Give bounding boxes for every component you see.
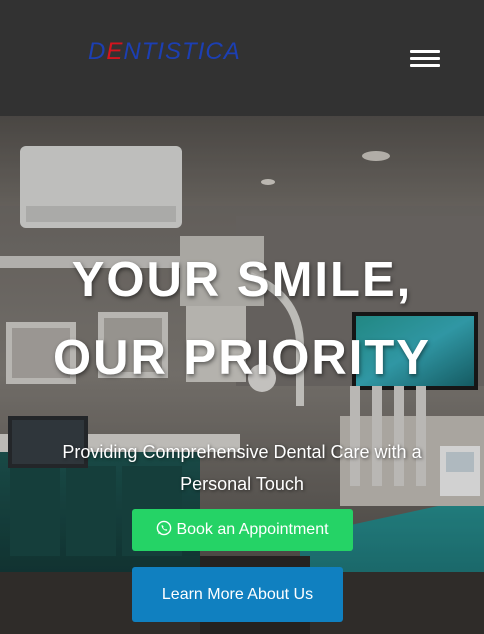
book-appointment-label: Book an Appointment <box>176 521 329 538</box>
navbar: DENTISTICA <box>0 0 484 116</box>
learn-more-button[interactable]: Learn More About Us <box>132 567 343 622</box>
hamburger-bar <box>410 64 440 67</box>
brand-logo[interactable]: DENTISTICA <box>88 38 241 66</box>
hero-section: YOUR SMILE, OUR PRIORITY Providing Compr… <box>0 116 484 634</box>
hero-subtitle: Providing Comprehensive Dental Care with… <box>62 442 422 494</box>
hamburger-bar <box>410 50 440 53</box>
logo-letter-d: D <box>88 38 107 65</box>
page: DENTISTICA YOUR SMILE, OUR PRIORITY Prov… <box>0 0 484 634</box>
hero-content: YOUR SMILE, OUR PRIORITY Providing Compr… <box>0 116 484 634</box>
whatsapp-icon <box>157 520 172 536</box>
hero-title-line-1: YOUR SMILE, <box>71 253 413 307</box>
hero-title-line-2: OUR PRIORITY <box>53 331 431 385</box>
logo-text-rest: NTISTICA <box>123 38 241 65</box>
book-appointment-button[interactable]: Book an Appointment <box>132 509 353 551</box>
hamburger-bar <box>410 57 440 60</box>
hamburger-menu-icon[interactable] <box>410 48 442 70</box>
logo-letter-e: E <box>106 38 124 65</box>
